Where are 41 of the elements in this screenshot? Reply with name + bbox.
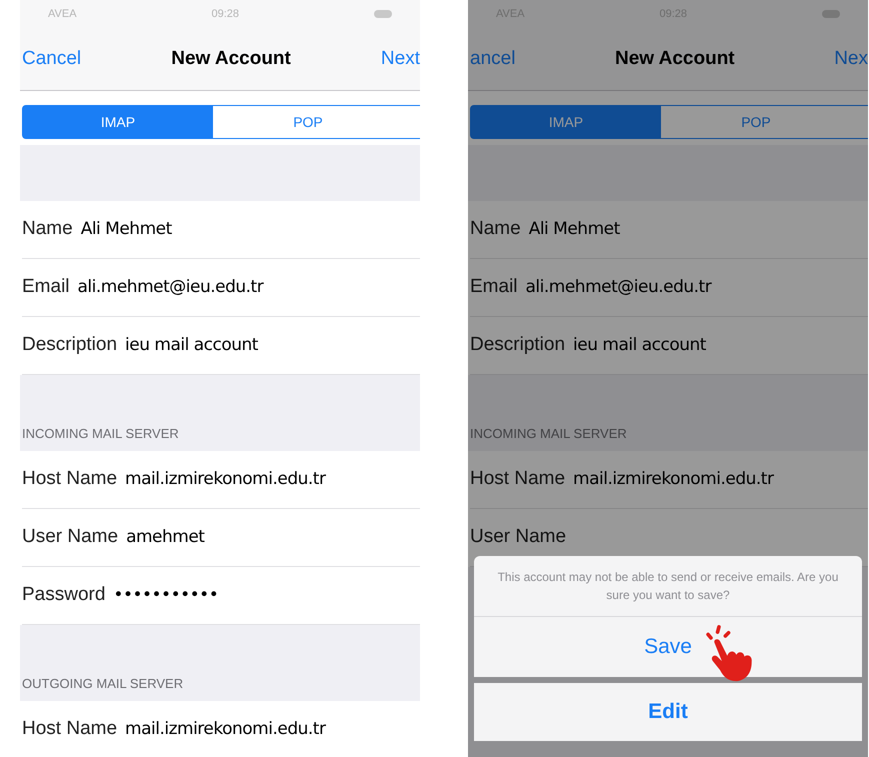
field-label: Email (470, 275, 518, 300)
field-label: User Name (470, 525, 566, 550)
field-label: Password (22, 583, 106, 608)
section-header: INCOMING MAIL SERVER (470, 424, 627, 442)
status-time: 09:28 (212, 6, 240, 22)
carrier-label: AVEA (48, 6, 77, 22)
screen-title: New Account (171, 46, 291, 71)
segment-tab[interactable]: IMAP (23, 106, 213, 138)
alert-message: This account may not be able to send or receive emails. Are you sure you want to save? (474, 556, 862, 617)
section-header: INCOMING MAIL SERVER (22, 424, 179, 442)
cancel-button[interactable]: Cancel (22, 44, 82, 74)
field-value: amehmet (126, 526, 204, 549)
field-label: Email (22, 275, 70, 300)
field-value: ali.mehmet@ieu.edu.tr (78, 276, 264, 299)
field-value: mail.izmirekonomi.edu.tr (125, 468, 326, 491)
save-button[interactable]: Save (474, 617, 862, 677)
field-label: Description (470, 333, 566, 358)
field-value: ieu mail account (125, 334, 258, 357)
field-value: ••••••••••• (113, 584, 218, 607)
field-value: Ali Mehmet (80, 218, 172, 241)
screen-title: New Account (614, 46, 735, 71)
field-value: mail.izmirekonomi.edu.tr (125, 718, 326, 741)
field-value: Ali Mehmet (528, 218, 620, 241)
cancel-button[interactable]: ancel (470, 44, 516, 74)
field-label: Host Name (22, 467, 118, 492)
field-label: Host Name (470, 467, 566, 492)
section-header: OUTGOING MAIL SERVER (22, 674, 184, 692)
field-label: Description (22, 333, 118, 358)
next-button[interactable]: Nex (834, 44, 868, 74)
field-label: Name (22, 217, 73, 242)
segment-tab[interactable]: IMAP (471, 106, 661, 138)
field-value: mail.izmirekonomi.edu.tr (573, 468, 774, 491)
field-label: Name (470, 217, 521, 242)
field-value: ali.mehmet@ieu.edu.tr (526, 276, 712, 299)
battery-icon (822, 10, 840, 18)
edit-button[interactable]: Edit (474, 683, 862, 741)
field-label: Host Name (22, 717, 118, 742)
next-button[interactable]: Next (380, 44, 420, 74)
battery-icon (374, 10, 392, 18)
field-value: ieu mail account (573, 334, 706, 357)
field-label: User Name (22, 525, 118, 550)
